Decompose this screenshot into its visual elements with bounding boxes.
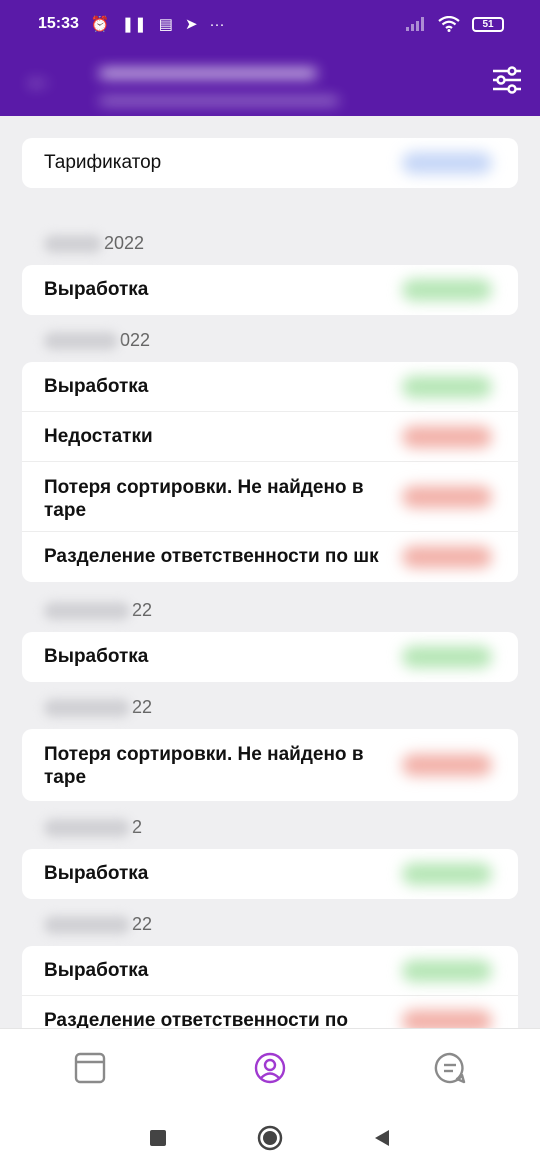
transaction-row[interactable]: Потеря сортировки. Не найдено в таре: [22, 729, 518, 801]
transaction-label: Потеря сортировки. Не найдено в таре: [44, 744, 364, 788]
transaction-label: Разделение ответственности по: [44, 1010, 349, 1028]
chat-icon: [434, 1052, 466, 1083]
back-button[interactable]: [326, 1108, 438, 1168]
amount-positive-blurred: [402, 375, 492, 398]
transaction-row[interactable]: Выработка: [22, 946, 518, 996]
amount-negative-blurred: [402, 546, 492, 568]
amount-positive-blurred: [402, 646, 492, 668]
date-suffix: 22: [132, 697, 153, 717]
status-bar: 15:33 ⏰ ❚❚ ▤ ➤ ··· 51: [0, 0, 540, 48]
system-navigation: [0, 1106, 540, 1170]
signal-icon: [406, 17, 424, 31]
transaction-label: Выработка: [44, 279, 149, 300]
sliders-icon: [493, 66, 521, 94]
app-bar-title-placeholder: ▬▬▬▬▬▬▬▬▬: [100, 56, 316, 83]
status-left: 15:33 ⏰ ❚❚ ▤ ➤ ···: [38, 15, 225, 33]
date-mask: [44, 332, 118, 351]
nav-tab-window[interactable]: [60, 1038, 120, 1098]
amount-negative-blurred: [402, 1010, 492, 1028]
tariff-amount-blurred: [402, 152, 492, 174]
app-bar: ← ▬▬▬▬▬▬▬▬▬ ▬▬▬▬▬▬▬▬▬▬▬▬▬▬▬▬▬: [0, 48, 540, 116]
battery-icon: 51: [472, 16, 504, 32]
transaction-row[interactable]: Выработка: [22, 849, 518, 899]
tariff-card[interactable]: Тарификатор: [22, 138, 518, 188]
transaction-row[interactable]: Разделение ответственности по: [22, 996, 518, 1028]
transaction-card[interactable]: Выработка: [22, 265, 518, 315]
bottom-navigation: [0, 1028, 540, 1106]
transaction-label: Выработка: [44, 960, 149, 981]
pause-icon: ❚❚: [121, 15, 147, 33]
date-header: 2022: [44, 231, 144, 255]
date-suffix: 022: [120, 330, 151, 350]
transaction-label: Выработка: [44, 376, 149, 397]
amount-positive-blurred: [402, 959, 492, 982]
transaction-card[interactable]: Потеря сортировки. Не найдено в таре: [22, 729, 518, 801]
date-suffix: 2022: [104, 233, 145, 253]
transaction-label: Потеря сортировки. Не найдено в таре: [44, 477, 364, 521]
square-icon: [150, 1130, 166, 1146]
transaction-card[interactable]: Выработка: [22, 632, 518, 682]
nav-tab-profile[interactable]: [240, 1038, 300, 1098]
amount-negative-blurred: [402, 485, 492, 508]
news-icon: ▤: [158, 15, 173, 33]
transaction-card[interactable]: Выработка: [22, 849, 518, 899]
date-suffix: 22: [132, 600, 153, 620]
app-bar-title-blurred: ▬▬▬▬▬▬▬▬▬ ▬▬▬▬▬▬▬▬▬▬▬▬▬▬▬▬▬: [100, 56, 338, 106]
window-icon: [74, 1052, 106, 1083]
date-mask: [44, 602, 130, 621]
arrow-back-icon[interactable]: ←: [24, 62, 54, 96]
date-header: 022: [44, 328, 150, 352]
status-time: 15:33: [38, 15, 79, 32]
transaction-label: Выработка: [44, 646, 149, 667]
telegram-icon: ➤: [184, 15, 198, 33]
transaction-row[interactable]: Выработка: [22, 632, 518, 682]
filter-button[interactable]: [491, 64, 523, 96]
date-suffix: 2: [132, 817, 143, 837]
transaction-row[interactable]: Выработка: [22, 265, 518, 315]
date-mask: [44, 235, 102, 254]
amount-negative-blurred: [402, 425, 492, 448]
user-circle-icon: [254, 1052, 286, 1083]
amount-negative-blurred: [402, 754, 492, 776]
transaction-row[interactable]: Недостатки: [22, 412, 518, 462]
triangle-back-icon: [375, 1130, 389, 1146]
transaction-card[interactable]: Выработка Недостатки Потеря сортировки. …: [22, 362, 518, 582]
transaction-row[interactable]: Разделение ответственности по шк: [22, 532, 518, 582]
status-right: 51: [406, 16, 504, 32]
app-bar-subtitle-placeholder: ▬▬▬▬▬▬▬▬▬▬▬▬▬▬▬▬▬: [100, 90, 338, 106]
alarm-icon: ⏰: [90, 15, 110, 33]
circle-icon: [257, 1125, 283, 1151]
date-mask: [44, 699, 130, 718]
date-header: 2: [44, 815, 142, 839]
date-header: 22: [44, 695, 152, 719]
date-header: 22: [44, 912, 152, 936]
date-mask: [44, 916, 130, 935]
transaction-card[interactable]: Выработка Разделение ответственности по: [22, 946, 518, 1028]
more-notifications: ···: [209, 15, 225, 33]
battery-level: 51: [482, 18, 494, 30]
wifi-icon: [438, 16, 460, 32]
amount-positive-blurred: [402, 279, 492, 301]
transaction-label: Выработка: [44, 863, 149, 884]
transaction-row[interactable]: Потеря сортировки. Не найдено в таре: [22, 462, 518, 532]
transactions-list[interactable]: Тарификатор 2022 Выработка 022 Выработка…: [0, 116, 540, 1028]
home-button[interactable]: [214, 1108, 326, 1168]
tariff-row[interactable]: Тарификатор: [22, 138, 518, 188]
date-mask: [44, 819, 130, 838]
amount-positive-blurred: [402, 863, 492, 885]
tariff-label: Тарификатор: [44, 152, 162, 173]
transaction-label: Разделение ответственности по шк: [44, 546, 379, 567]
transaction-row[interactable]: Выработка: [22, 362, 518, 412]
date-suffix: 22: [132, 914, 153, 934]
date-header: 22: [44, 598, 152, 622]
recent-apps-button[interactable]: [102, 1108, 214, 1168]
transaction-label: Недостатки: [44, 426, 153, 447]
nav-tab-chat[interactable]: [420, 1038, 480, 1098]
